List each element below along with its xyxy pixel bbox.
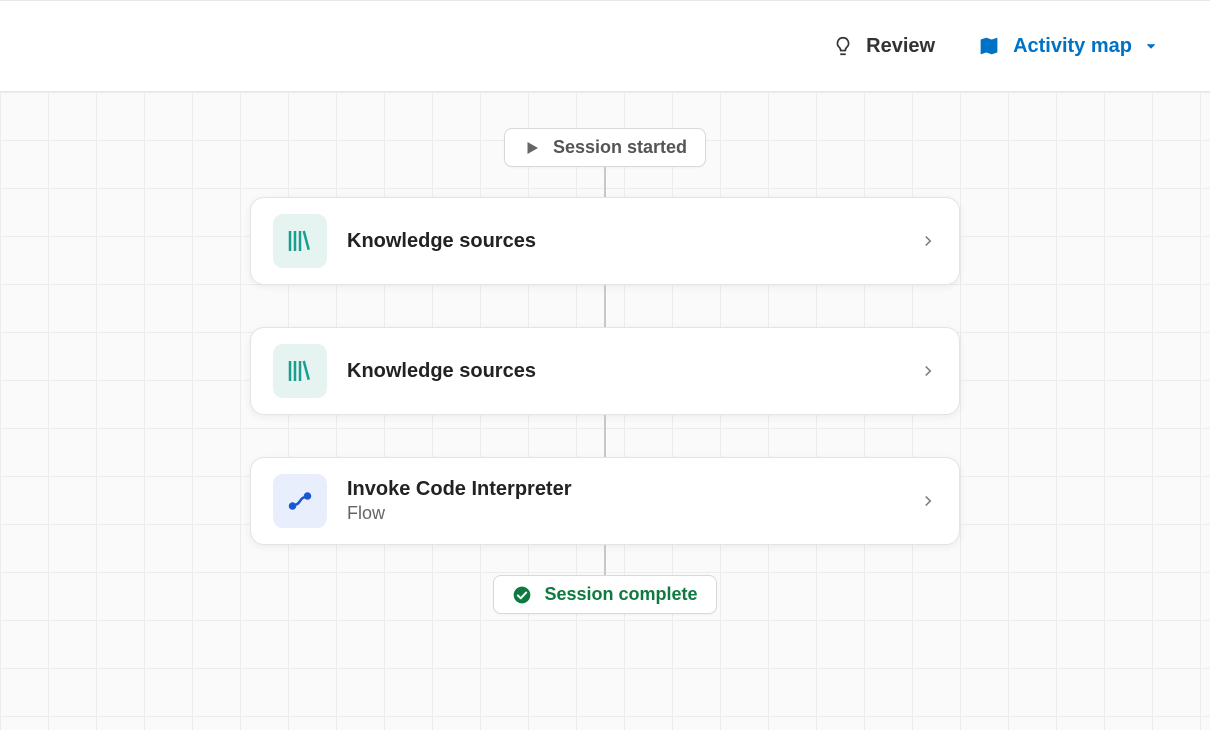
session-started-pill[interactable]: Session started bbox=[504, 128, 706, 167]
review-label: Review bbox=[866, 35, 935, 58]
review-button[interactable]: Review bbox=[832, 34, 935, 58]
card-body: Knowledge sources bbox=[347, 230, 899, 253]
session-complete-pill[interactable]: Session complete bbox=[493, 575, 716, 614]
card-body: Knowledge sources bbox=[347, 360, 899, 383]
flow-node-knowledge-sources-1[interactable]: Knowledge sources bbox=[250, 197, 960, 285]
card-title: Knowledge sources bbox=[347, 230, 899, 253]
books-icon bbox=[273, 344, 327, 398]
flow-icon bbox=[273, 474, 327, 528]
check-circle-icon bbox=[512, 585, 532, 605]
activity-map-label: Activity map bbox=[1013, 35, 1132, 58]
connector bbox=[604, 545, 606, 575]
card-title: Knowledge sources bbox=[347, 360, 899, 383]
flow-canvas[interactable]: Session started Knowledge sources bbox=[0, 92, 1210, 730]
toolbar: Review Activity map bbox=[0, 0, 1210, 92]
connector bbox=[604, 167, 606, 197]
connector bbox=[604, 415, 606, 457]
flow-column: Session started Knowledge sources bbox=[245, 128, 965, 614]
flow-node-invoke-code-interpreter[interactable]: Invoke Code Interpreter Flow bbox=[250, 457, 960, 545]
chevron-right-icon bbox=[919, 362, 937, 380]
chevron-right-icon bbox=[919, 492, 937, 510]
chevron-down-icon bbox=[1144, 39, 1158, 53]
session-started-label: Session started bbox=[553, 137, 687, 158]
books-icon bbox=[273, 214, 327, 268]
flow-node-knowledge-sources-2[interactable]: Knowledge sources bbox=[250, 327, 960, 415]
chevron-right-icon bbox=[919, 232, 937, 250]
card-body: Invoke Code Interpreter Flow bbox=[347, 478, 899, 524]
card-title: Invoke Code Interpreter bbox=[347, 478, 899, 501]
activity-map-button[interactable]: Activity map bbox=[977, 35, 1158, 58]
play-icon bbox=[523, 139, 541, 157]
card-subtitle: Flow bbox=[347, 503, 899, 524]
map-icon bbox=[977, 35, 1001, 57]
bulb-icon bbox=[832, 34, 854, 58]
session-complete-label: Session complete bbox=[544, 584, 697, 605]
connector bbox=[604, 285, 606, 327]
